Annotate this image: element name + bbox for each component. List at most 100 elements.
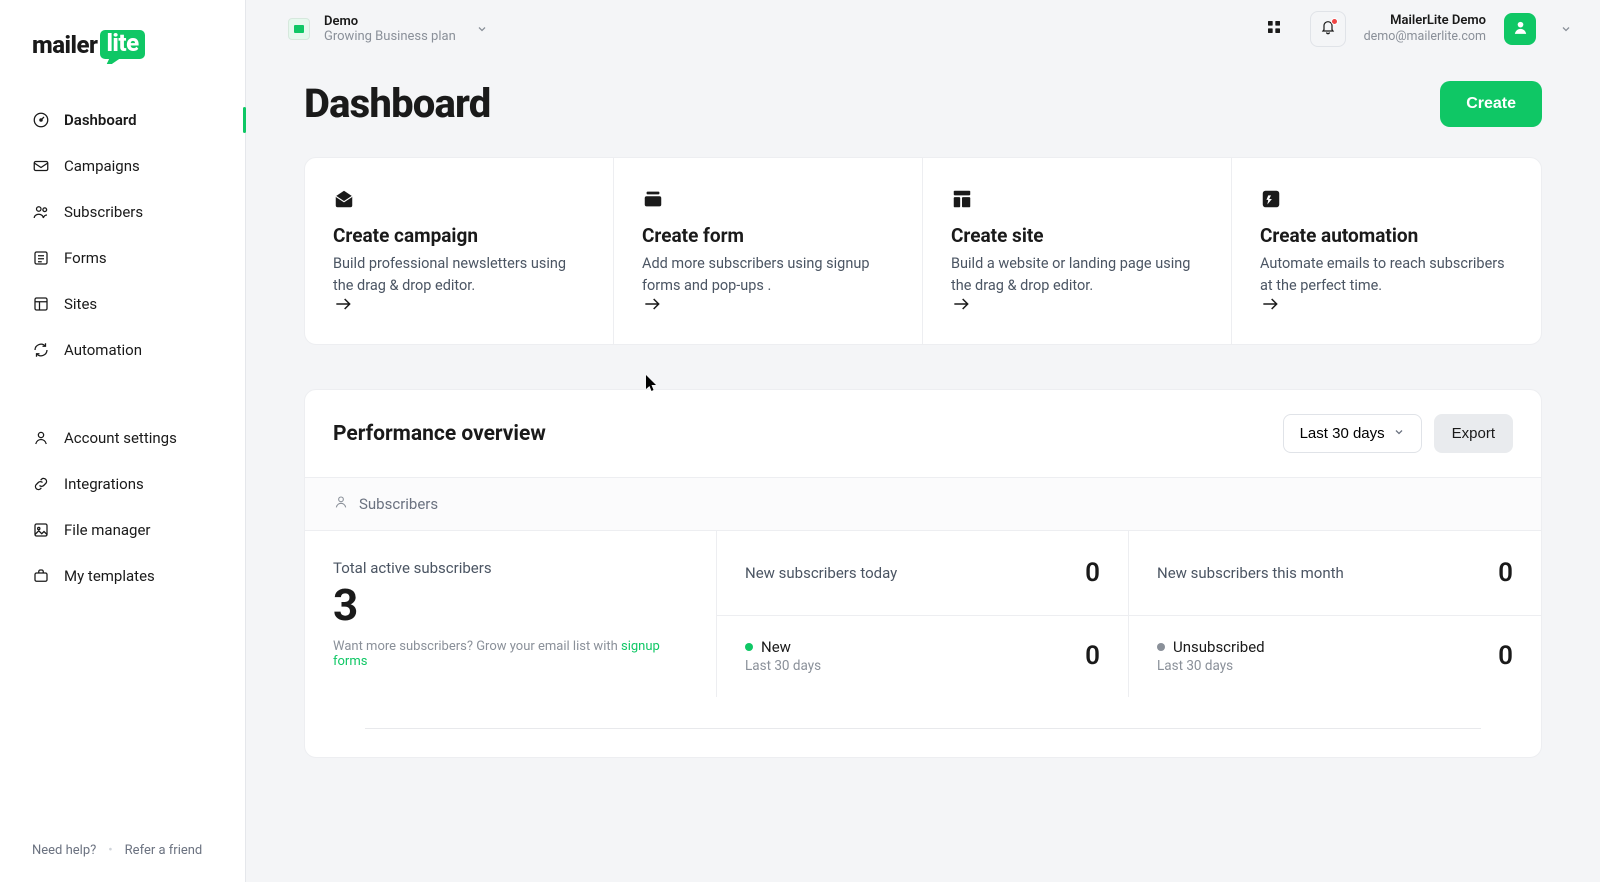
user-name: MailerLite Demo [1364,13,1486,29]
brand-logo[interactable]: mailer lite [0,0,245,97]
sidebar: mailer lite Dashboard Campaigns Subscr [0,0,246,882]
new-today-stat: New subscribers today 0 [717,530,1129,615]
layout-icon [32,295,50,313]
card-desc: Add more subscribers using signup forms … [642,253,894,297]
sidebar-item-campaigns[interactable]: Campaigns [0,143,245,189]
person-icon [1512,19,1529,40]
account-name: Demo [324,14,456,29]
stat-sublabel: Last 30 days [745,658,821,674]
automation-icon [1260,188,1282,210]
stat-value: 3 [333,583,688,627]
mail-open-icon [333,188,355,210]
date-range-dropdown[interactable]: Last 30 days [1283,414,1422,453]
card-title: Create automation [1260,224,1513,247]
grid-icon [1266,19,1282,39]
layout-grid-icon [951,188,973,210]
arrow-right-icon [1260,294,1280,318]
refresh-icon [32,341,50,359]
stat-label: New subscribers this month [1157,564,1344,582]
stat-value: 0 [1498,558,1513,588]
notification-badge [1331,18,1338,25]
new-month-stat: New subscribers this month 0 [1129,530,1541,615]
brand-text-a: mailer [32,31,97,59]
stat-label: Unsubscribed [1173,638,1265,656]
sidebar-item-dashboard[interactable]: Dashboard [0,97,245,143]
sidebar-item-label: Automation [64,341,142,359]
sidebar-item-integrations[interactable]: Integrations [0,461,245,507]
stat-label: New [761,638,791,656]
topbar: Demo Growing Business plan MailerLite De… [246,0,1600,58]
sidebar-item-forms[interactable]: Forms [0,235,245,281]
arrow-right-icon [951,294,971,318]
sidebar-item-label: File manager [64,521,150,539]
briefcase-icon [32,567,50,585]
sidebar-item-label: Campaigns [64,157,140,175]
page-title: Dashboard [304,80,491,127]
stat-label: New subscribers today [745,564,897,582]
card-title: Create form [642,224,894,247]
export-button[interactable]: Export [1434,414,1513,453]
sidebar-item-subscribers[interactable]: Subscribers [0,189,245,235]
link-icon [32,475,50,493]
stat-sublabel: Last 30 days [1157,658,1265,674]
account-swatch-icon [288,18,310,40]
create-site-card[interactable]: Create site Build a website or landing p… [923,158,1232,344]
card-title: Create campaign [333,224,585,247]
quick-create-cards: Create campaign Build professional newsl… [304,157,1542,345]
user-outline-icon [333,494,349,514]
gauge-icon [32,111,50,129]
unsub-30d-stat: Unsubscribed Last 30 days 0 [1129,615,1541,698]
sidebar-item-my-templates[interactable]: My templates [0,553,245,599]
card-title: Create site [951,224,1203,247]
user-info: MailerLite Demo demo@mailerlite.com [1364,13,1486,45]
sidebar-footer: Need help? • Refer a friend [0,825,245,882]
apps-button[interactable] [1256,11,1292,47]
need-help-link[interactable]: Need help? [32,843,96,858]
notifications-button[interactable] [1310,11,1346,47]
new-30d-stat: New Last 30 days 0 [717,615,1129,698]
chevron-down-icon [1393,425,1405,442]
mail-icon [32,157,50,175]
card-desc: Automate emails to reach subscribers at … [1260,253,1513,297]
user-avatar-button[interactable] [1504,13,1536,45]
user-email: demo@mailerlite.com [1364,29,1486,45]
sidebar-item-label: Account settings [64,429,177,447]
card-desc: Build a website or landing page using th… [951,253,1203,297]
arrow-right-icon [333,294,353,318]
stat-value: 0 [1498,641,1513,671]
performance-title: Performance overview [333,422,546,446]
stat-label: Total active subscribers [333,559,688,577]
create-automation-card[interactable]: Create automation Automate emails to rea… [1232,158,1541,344]
stack-icon [642,188,664,210]
refer-friend-link[interactable]: Refer a friend [125,843,203,858]
arrow-right-icon [642,294,662,318]
total-subscribers-stat: Total active subscribers 3 Want more sub… [305,530,717,697]
subscribers-tab[interactable]: Subscribers [305,477,1541,530]
main-area: Demo Growing Business plan MailerLite De… [246,0,1600,882]
status-dot-green [745,643,753,651]
sidebar-item-label: Subscribers [64,203,143,221]
date-range-label: Last 30 days [1300,425,1385,442]
sidebar-item-label: Forms [64,249,107,267]
account-plan: Growing Business plan [324,29,456,44]
create-form-card[interactable]: Create form Add more subscribers using s… [614,158,923,344]
content: Dashboard Create Create campaign Build p… [246,58,1600,798]
form-icon [32,249,50,267]
sidebar-item-account-settings[interactable]: Account settings [0,415,245,461]
stat-value: 0 [1085,641,1100,671]
chevron-down-icon[interactable] [1560,20,1572,39]
image-icon [32,521,50,539]
stat-value: 0 [1085,558,1100,588]
page-header: Dashboard Create [304,80,1542,127]
create-button[interactable]: Create [1440,81,1542,127]
performance-panel: Performance overview Last 30 days Export… [304,389,1542,758]
sidebar-item-sites[interactable]: Sites [0,281,245,327]
users-icon [32,203,50,221]
sidebar-item-label: Sites [64,295,97,313]
sidebar-item-file-manager[interactable]: File manager [0,507,245,553]
account-switcher[interactable]: Demo Growing Business plan [288,14,488,44]
create-campaign-card[interactable]: Create campaign Build professional newsl… [305,158,614,344]
brand-text-b: lite [100,30,144,59]
sidebar-item-automation[interactable]: Automation [0,327,245,373]
sidebar-item-label: My templates [64,567,155,585]
